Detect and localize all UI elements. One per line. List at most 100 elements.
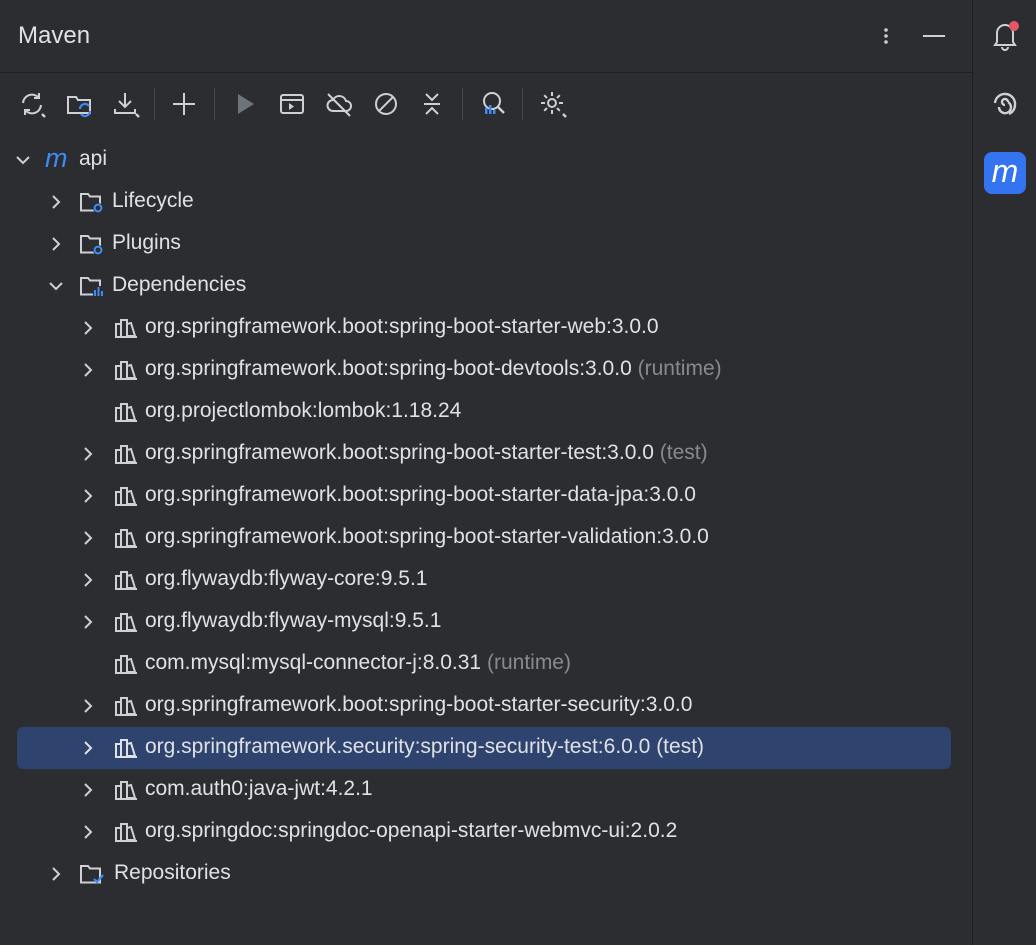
tree-node-plugins[interactable]: Plugins <box>0 223 972 265</box>
toggle-offline-mode-button[interactable] <box>321 86 357 122</box>
chevron-down-icon[interactable] <box>14 151 32 169</box>
skip-tests-button[interactable] <box>368 86 404 122</box>
chevron-right-icon[interactable] <box>47 235 65 253</box>
tree-node-repositories[interactable]: Repositories <box>0 853 972 895</box>
chevron-right-icon[interactable] <box>79 739 97 757</box>
skip-icon <box>375 93 397 115</box>
more-options-button[interactable] <box>870 20 902 52</box>
project-name: api <box>79 147 108 170</box>
dependency-label: org.flywaydb:flyway-mysql:9.5.1 <box>145 609 442 632</box>
maven-toolbar <box>0 80 972 128</box>
library-icon <box>115 781 137 800</box>
tree-node-lifecycle[interactable]: Lifecycle <box>0 181 972 223</box>
dependency-label: org.springframework.boot:spring-boot-sta… <box>145 441 708 464</box>
dependency-row[interactable]: org.springframework.boot:spring-boot-sta… <box>0 433 972 475</box>
tree-node-dependencies[interactable]: Dependencies <box>0 265 972 307</box>
chevron-right-icon[interactable] <box>79 781 97 799</box>
chevron-right-icon[interactable] <box>47 193 65 211</box>
repositories-folder-icon <box>80 865 104 884</box>
tree-node-label: Plugins <box>112 231 181 254</box>
dependency-row[interactable]: com.mysql:mysql-connector-j:8.0.31 (runt… <box>0 643 972 685</box>
dependency-row[interactable]: com.auth0:java-jwt:4.2.1 <box>0 769 972 811</box>
dependency-row[interactable]: org.springframework.boot:spring-boot-sta… <box>0 307 972 349</box>
chevron-right-icon[interactable] <box>79 319 97 337</box>
reload-all-projects-button[interactable] <box>14 86 50 122</box>
panel-title: Maven <box>18 22 91 49</box>
dependency-row[interactable]: org.springframework.boot:spring-boot-sta… <box>0 685 972 727</box>
more-vertical-icon <box>884 28 888 44</box>
lifecycle-folder-icon <box>80 193 103 213</box>
dependency-row[interactable]: org.springframework.boot:spring-boot-sta… <box>0 517 972 559</box>
minimize-icon <box>923 35 945 37</box>
library-icon <box>115 613 137 632</box>
dependency-scope: (runtime) <box>486 651 571 674</box>
toolbar-separator <box>154 88 155 120</box>
chevron-right-icon[interactable] <box>79 487 97 505</box>
execute-goal-icon <box>280 94 304 114</box>
dependency-row[interactable]: org.springdoc:springdoc-openapi-starter-… <box>0 811 972 853</box>
ai-assistant-button[interactable] <box>984 84 1026 126</box>
dependency-label: org.springframework.security:spring-secu… <box>145 735 705 758</box>
offline-cloud-icon <box>326 93 352 117</box>
chevron-right-icon[interactable] <box>47 865 65 883</box>
hide-panel-button[interactable] <box>918 20 950 52</box>
dependency-scope: (test) <box>659 441 708 464</box>
maven-settings-button[interactable] <box>535 86 571 122</box>
dependency-scope: (test) <box>656 735 705 758</box>
dependency-label: org.springframework.boot:spring-boot-sta… <box>145 483 696 506</box>
dependency-label: org.springframework.boot:spring-boot-sta… <box>145 315 659 338</box>
chevron-right-icon[interactable] <box>79 823 97 841</box>
execute-maven-goal-button[interactable] <box>274 86 310 122</box>
generate-sources-button[interactable] <box>61 86 97 122</box>
dependency-scope: (runtime) <box>637 357 722 380</box>
dependency-label: org.projectlombok:lombok:1.18.24 <box>145 399 462 422</box>
dependency-row[interactable]: org.flywaydb:flyway-mysql:9.5.1 <box>0 601 972 643</box>
dependency-label: org.springdoc:springdoc-openapi-starter-… <box>145 819 678 842</box>
chevron-right-icon[interactable] <box>79 613 97 631</box>
library-icon <box>115 529 137 548</box>
collapse-icon <box>424 93 440 115</box>
bell-icon <box>993 21 1019 51</box>
dependency-row[interactable]: org.springframework.boot:spring-boot-sta… <box>0 475 972 517</box>
maven-tool-button[interactable]: m <box>984 152 1026 194</box>
gear-icon <box>541 92 567 118</box>
dependencies-folder-icon <box>80 277 103 297</box>
library-icon <box>115 571 137 590</box>
add-maven-project-button[interactable] <box>166 86 202 122</box>
analyze-icon <box>483 92 505 114</box>
chevron-right-icon[interactable] <box>79 529 97 547</box>
tree-node-label: Dependencies <box>112 273 247 296</box>
collapse-all-button[interactable] <box>414 86 450 122</box>
analyze-dependencies-button[interactable] <box>475 86 511 122</box>
dependency-row-selected[interactable]: org.springframework.security:spring-secu… <box>17 727 951 769</box>
dependency-label: org.flywaydb:flyway-core:9.5.1 <box>145 567 428 590</box>
download-icon <box>114 93 140 118</box>
notifications-button[interactable] <box>984 14 1026 56</box>
chevron-right-icon[interactable] <box>79 697 97 715</box>
chevron-right-icon[interactable] <box>79 445 97 463</box>
dependency-label: org.springframework.boot:spring-boot-sta… <box>145 693 693 716</box>
tree-node-label: Lifecycle <box>112 189 194 212</box>
tree-node-project-api[interactable]: m api <box>0 139 972 181</box>
plus-icon <box>173 93 195 115</box>
library-icon <box>115 319 137 338</box>
dependency-row[interactable]: org.flywaydb:flyway-core:9.5.1 <box>0 559 972 601</box>
chevron-right-icon[interactable] <box>79 361 97 379</box>
library-icon <box>115 697 137 716</box>
folder-refresh-icon <box>67 96 92 118</box>
dependency-label: com.auth0:java-jwt:4.2.1 <box>145 777 373 800</box>
plugins-folder-icon <box>80 235 103 255</box>
dependency-row[interactable]: org.springframework.boot:spring-boot-dev… <box>0 349 972 391</box>
maven-project-icon: m <box>45 143 68 173</box>
toolbar-separator <box>214 88 215 120</box>
chevron-right-icon[interactable] <box>79 571 97 589</box>
dependency-row[interactable]: org.projectlombok:lombok:1.18.24 <box>0 391 972 433</box>
library-icon <box>115 739 137 758</box>
maven-icon: m <box>991 153 1019 189</box>
dependency-label: com.mysql:mysql-connector-j:8.0.31 (runt… <box>145 651 571 674</box>
library-icon <box>115 361 137 380</box>
run-maven-build-button[interactable] <box>227 86 263 122</box>
download-sources-button[interactable] <box>108 86 144 122</box>
library-icon <box>115 403 137 422</box>
chevron-down-icon[interactable] <box>47 277 65 295</box>
